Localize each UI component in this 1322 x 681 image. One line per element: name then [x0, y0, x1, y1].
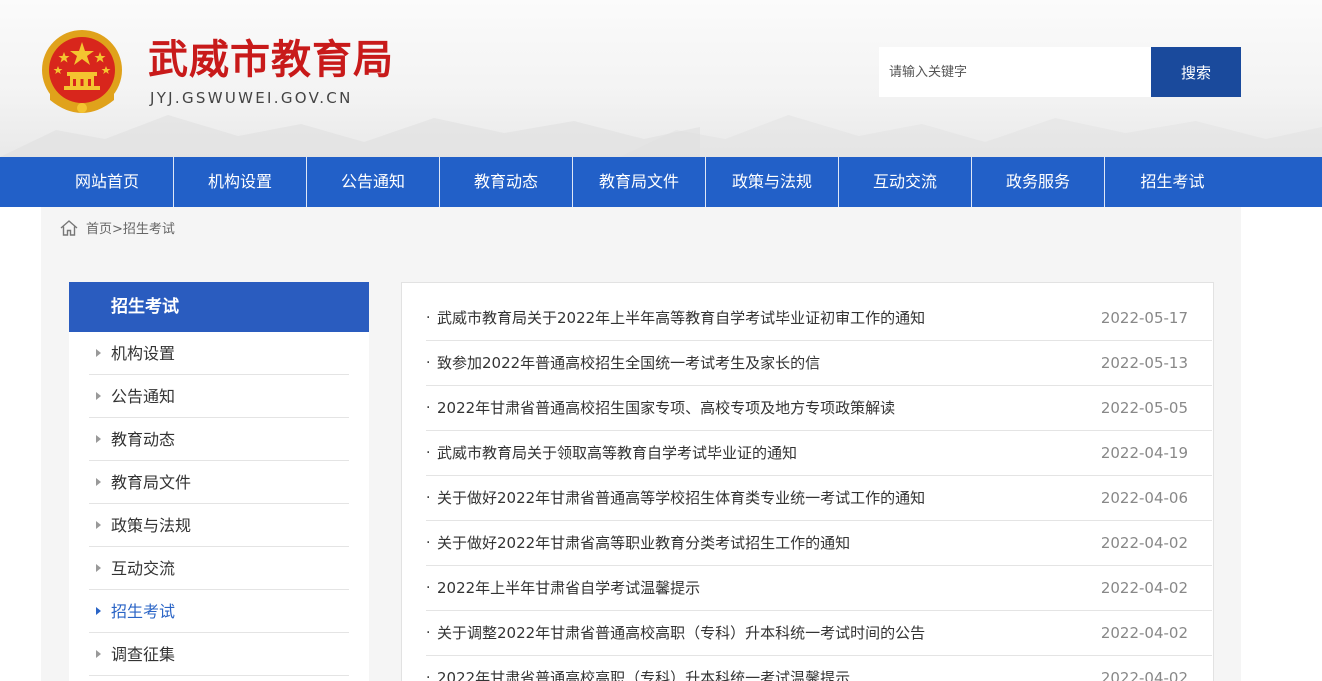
- caret-right-icon: [96, 607, 101, 615]
- sidebar-title: 招生考试: [69, 282, 369, 332]
- breadcrumb: 首页>招生考试: [60, 220, 175, 240]
- sidebar-item-label: 政策与法规: [111, 516, 192, 535]
- bullet: ·: [426, 355, 431, 371]
- nav-item-announcements[interactable]: 公告通知: [307, 157, 439, 207]
- bullet: ·: [426, 490, 431, 506]
- site-header: 武威市教育局 JYJ.GSWUWEI.GOV.CN 搜索: [0, 0, 1322, 157]
- news-title[interactable]: 关于做好2022年甘肃省高等职业教育分类考试招生工作的通知: [437, 521, 850, 566]
- news-date: 2022-05-05: [1100, 399, 1188, 417]
- nav-item-bureau-documents[interactable]: 教育局文件: [573, 157, 705, 207]
- news-list-item[interactable]: · 2022年甘肃省普通高校招生国家专项、高校专项及地方专项政策解读 2022-…: [426, 386, 1212, 431]
- breadcrumb-separator: >: [112, 222, 123, 237]
- sidebar-item-label: 互动交流: [111, 559, 176, 578]
- sidebar-item-policies[interactable]: 政策与法规: [89, 504, 349, 547]
- news-date: 2022-05-13: [1100, 354, 1188, 372]
- news-list-item[interactable]: · 2022年上半年甘肃省自学考试温馨提示 2022-04-02: [426, 566, 1212, 611]
- news-date: 2022-04-02: [1100, 534, 1188, 552]
- caret-right-icon: [96, 478, 101, 486]
- nav-item-admissions[interactable]: 招生考试: [1105, 157, 1240, 207]
- news-list: · 武威市教育局关于2022年上半年高等教育自学考试毕业证初审工作的通知 202…: [401, 282, 1214, 681]
- sidebar-item-label: 公告通知: [111, 387, 176, 406]
- news-date: 2022-05-17: [1100, 309, 1188, 327]
- news-date: 2022-04-19: [1100, 444, 1188, 462]
- news-title[interactable]: 关于调整2022年甘肃省普通高校高职（专科）升本科统一考试时间的公告: [437, 611, 925, 656]
- nav-item-education-news[interactable]: 教育动态: [440, 157, 572, 207]
- news-title[interactable]: 武威市教育局关于2022年上半年高等教育自学考试毕业证初审工作的通知: [437, 296, 925, 341]
- news-date: 2022-04-02: [1100, 669, 1188, 681]
- search-button[interactable]: 搜索: [1151, 47, 1241, 97]
- news-date: 2022-04-02: [1100, 579, 1188, 597]
- sidebar-item-admissions[interactable]: 招生考试: [89, 590, 349, 633]
- caret-right-icon: [96, 392, 101, 400]
- news-list-item[interactable]: · 武威市教育局关于领取高等教育自学考试毕业证的通知 2022-04-19: [426, 431, 1212, 476]
- sidebar-item-label: 调查征集: [111, 645, 176, 664]
- sidebar-item-survey[interactable]: 调查征集: [89, 633, 349, 676]
- news-date: 2022-04-06: [1100, 489, 1188, 507]
- main-nav: 网站首页 机构设置 公告通知 教育动态 教育局文件 政策与法规 互动交流 政务服…: [0, 157, 1322, 207]
- sidebar-item-bureau-documents[interactable]: 教育局文件: [89, 461, 349, 504]
- bullet: ·: [426, 580, 431, 596]
- sidebar-item-organization[interactable]: 机构设置: [89, 332, 349, 375]
- news-list-item[interactable]: · 武威市教育局关于2022年上半年高等教育自学考试毕业证初审工作的通知 202…: [426, 296, 1212, 341]
- sidebar-item-interaction[interactable]: 互动交流: [89, 547, 349, 590]
- search-input[interactable]: [879, 47, 1151, 97]
- bullet: ·: [426, 310, 431, 326]
- site-title: 武威市教育局: [148, 37, 394, 83]
- caret-right-icon: [96, 650, 101, 658]
- caret-right-icon: [96, 564, 101, 572]
- nav-item-interaction[interactable]: 互动交流: [839, 157, 971, 207]
- caret-right-icon: [96, 349, 101, 357]
- news-list-item[interactable]: · 致参加2022年普通高校招生全国统一考试考生及家长的信 2022-05-13: [426, 341, 1212, 386]
- bullet: ·: [426, 670, 431, 681]
- breadcrumb-home-link[interactable]: 首页: [86, 222, 112, 237]
- news-date: 2022-04-02: [1100, 624, 1188, 642]
- news-list-item[interactable]: · 关于做好2022年甘肃省高等职业教育分类考试招生工作的通知 2022-04-…: [426, 521, 1212, 566]
- caret-right-icon: [96, 435, 101, 443]
- bullet: ·: [426, 445, 431, 461]
- home-icon: [60, 220, 78, 236]
- sidebar-item-label: 教育动态: [111, 430, 176, 449]
- sidebar-item-label: 教育局文件: [111, 473, 192, 492]
- news-title[interactable]: 致参加2022年普通高校招生全国统一考试考生及家长的信: [437, 341, 820, 386]
- news-title[interactable]: 2022年上半年甘肃省自学考试温馨提示: [437, 566, 700, 611]
- bullet: ·: [426, 400, 431, 416]
- nav-item-home[interactable]: 网站首页: [41, 157, 173, 207]
- caret-right-icon: [96, 521, 101, 529]
- news-list-item[interactable]: · 关于调整2022年甘肃省普通高校高职（专科）升本科统一考试时间的公告 202…: [426, 611, 1212, 656]
- breadcrumb-current-link[interactable]: 招生考试: [123, 222, 175, 237]
- bullet: ·: [426, 535, 431, 551]
- nav-item-policies[interactable]: 政策与法规: [706, 157, 838, 207]
- news-list-item[interactable]: · 关于做好2022年甘肃省普通高等学校招生体育类专业统一考试工作的通知 202…: [426, 476, 1212, 521]
- header-mountain-decoration: [620, 115, 1322, 157]
- bullet: ·: [426, 625, 431, 641]
- sidebar-item-announcements[interactable]: 公告通知: [89, 375, 349, 418]
- sidebar-item-label: 机构设置: [111, 344, 176, 363]
- news-title[interactable]: 关于做好2022年甘肃省普通高等学校招生体育类专业统一考试工作的通知: [437, 476, 925, 521]
- site-domain: JYJ.GSWUWEI.GOV.CN: [150, 89, 353, 107]
- news-title[interactable]: 2022年甘肃省普通高校招生国家专项、高校专项及地方专项政策解读: [437, 386, 895, 431]
- nav-item-organization[interactable]: 机构设置: [174, 157, 306, 207]
- nav-item-government-services[interactable]: 政务服务: [972, 157, 1104, 207]
- news-title[interactable]: 武威市教育局关于领取高等教育自学考试毕业证的通知: [437, 431, 797, 476]
- sidebar: 招生考试 机构设置 公告通知 教育动态 教育局文件 政策与法规 互动交流 招生考…: [69, 282, 369, 681]
- national-emblem-icon[interactable]: [40, 28, 124, 116]
- sidebar-item-label: 招生考试: [111, 602, 176, 621]
- news-list-item[interactable]: · 2022年甘肃省普通高校高职（专科）升本科统一考试温馨提示 2022-04-…: [426, 656, 1212, 681]
- news-title[interactable]: 2022年甘肃省普通高校高职（专科）升本科统一考试温馨提示: [437, 656, 850, 681]
- sidebar-item-education-news[interactable]: 教育动态: [89, 418, 349, 461]
